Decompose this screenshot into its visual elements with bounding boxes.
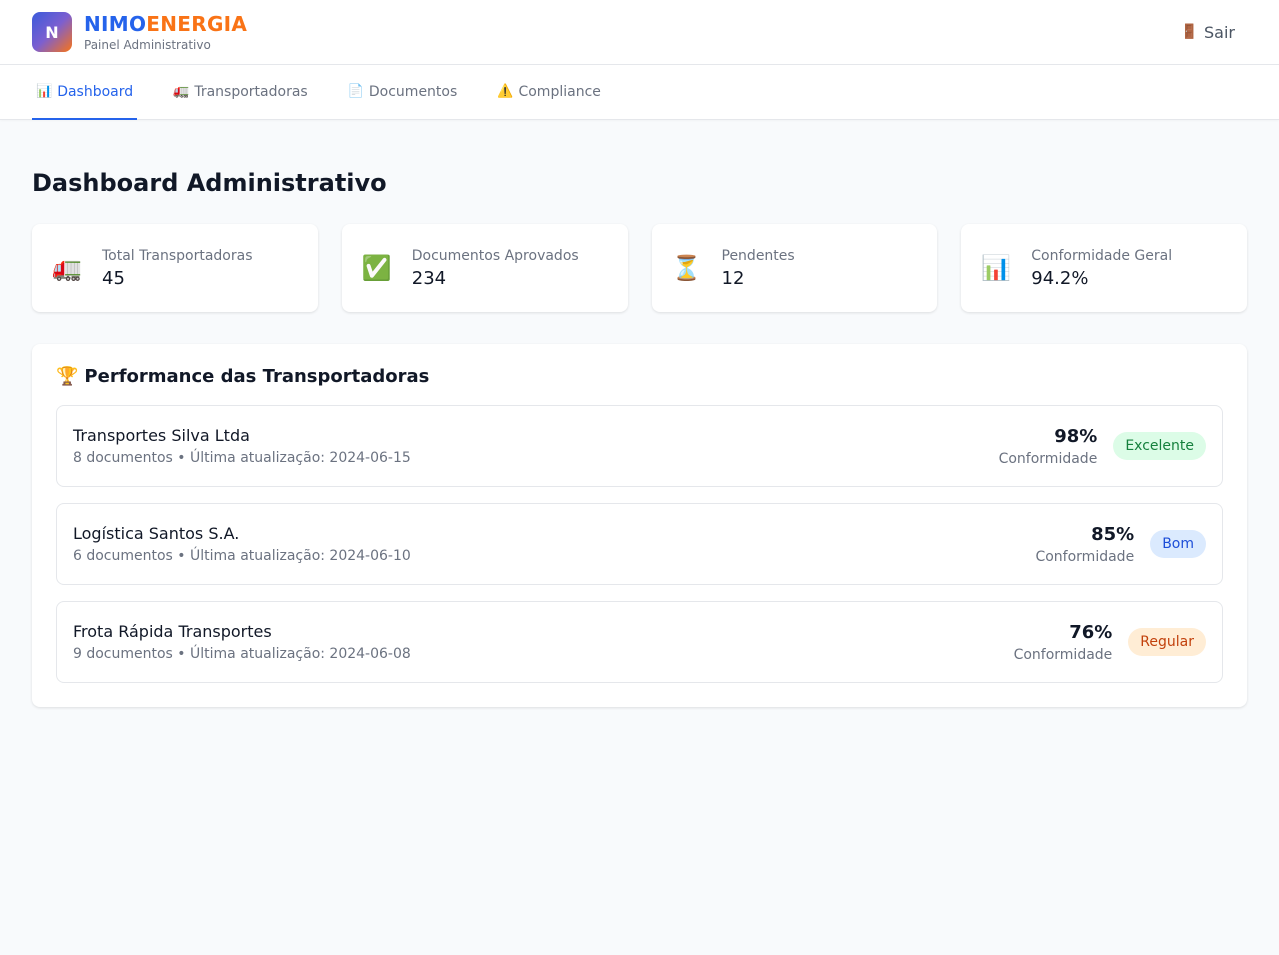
stat-text: Conformidade Geral 94.2% bbox=[1031, 248, 1172, 289]
stat-card-pendentes: ⏳ Pendentes 12 bbox=[651, 224, 938, 312]
carrier-meta: 9 documentos • Última atualização: 2024-… bbox=[73, 646, 411, 662]
brand-name: NIMOENERGIA bbox=[84, 12, 247, 36]
tab-documentos[interactable]: 📄 Documentos bbox=[344, 65, 462, 120]
row-info: Frota Rápida Transportes 9 documentos • … bbox=[73, 622, 411, 662]
status-badge: Regular bbox=[1128, 628, 1206, 656]
score: 85% Conformidade bbox=[1035, 524, 1134, 565]
door-icon: 🚪 bbox=[1180, 24, 1199, 40]
score-label: Conformidade bbox=[1035, 548, 1135, 565]
document-icon: 📄 bbox=[347, 84, 364, 99]
top-header: N NIMOENERGIA Painel Administrativo 🚪 Sa… bbox=[0, 0, 1279, 65]
carrier-name: Frota Rápida Transportes bbox=[73, 622, 272, 641]
performance-list: Transportes Silva Ltda 8 documentos • Úl… bbox=[56, 405, 1223, 683]
score-label: Conformidade bbox=[998, 450, 1098, 467]
carrier-meta: 8 documentos • Última atualização: 2024-… bbox=[73, 450, 411, 466]
row-score-area: 98% Conformidade Excelente bbox=[999, 426, 1206, 467]
stat-text: Pendentes 12 bbox=[722, 248, 795, 289]
chart-icon: 📊 bbox=[981, 254, 1012, 282]
stat-value: 234 bbox=[411, 267, 447, 289]
score-label: Conformidade bbox=[1013, 646, 1113, 663]
logout-button[interactable]: 🚪 Sair bbox=[1181, 23, 1235, 42]
truck-icon: 🚛 bbox=[173, 84, 190, 99]
stat-value: 45 bbox=[102, 267, 125, 289]
score-value: 98% bbox=[1054, 425, 1098, 447]
tab-label: Dashboard bbox=[57, 83, 134, 100]
tab-transportadoras[interactable]: 🚛 Transportadoras bbox=[169, 65, 312, 120]
carrier-meta: 6 documentos • Última atualização: 2024-… bbox=[73, 548, 411, 564]
row-score-area: 85% Conformidade Bom bbox=[1035, 524, 1206, 565]
stat-card-aprovados: ✅ Documentos Aprovados 234 bbox=[341, 224, 628, 312]
row-score-area: 76% Conformidade Regular bbox=[1014, 622, 1206, 663]
score: 76% Conformidade bbox=[1014, 622, 1113, 663]
row-info: Logística Santos S.A. 6 documentos • Últ… bbox=[73, 524, 411, 564]
score-value: 85% bbox=[1091, 523, 1135, 545]
check-icon: ✅ bbox=[361, 254, 392, 282]
carrier-name: Transportes Silva Ltda bbox=[73, 426, 250, 445]
stat-text: Documentos Aprovados 234 bbox=[412, 248, 579, 289]
hourglass-icon: ⏳ bbox=[671, 254, 702, 282]
list-item[interactable]: Frota Rápida Transportes 9 documentos • … bbox=[56, 601, 1223, 683]
row-info: Transportes Silva Ltda 8 documentos • Úl… bbox=[73, 426, 411, 466]
score: 98% Conformidade bbox=[999, 426, 1098, 467]
brand-text: NIMOENERGIA Painel Administrativo bbox=[84, 12, 247, 52]
warning-icon: ⚠️ bbox=[497, 84, 514, 99]
tab-label: Documentos bbox=[368, 83, 458, 100]
brand[interactable]: N NIMOENERGIA Painel Administrativo bbox=[32, 12, 247, 52]
stat-card-conformidade: 📊 Conformidade Geral 94.2% bbox=[961, 224, 1247, 312]
status-badge: Bom bbox=[1150, 530, 1206, 558]
tab-compliance[interactable]: ⚠️ Compliance bbox=[493, 65, 605, 120]
brand-name-part2: ENERGIA bbox=[146, 12, 248, 36]
list-item[interactable]: Transportes Silva Ltda 8 documentos • Úl… bbox=[56, 405, 1223, 487]
tab-label: Compliance bbox=[518, 83, 601, 100]
status-badge: Excelente bbox=[1113, 432, 1206, 460]
performance-panel: 🏆 Performance das Transportadoras Transp… bbox=[32, 344, 1247, 707]
stat-label: Pendentes bbox=[721, 247, 795, 264]
chart-icon: 📊 bbox=[36, 84, 53, 99]
page-title: Dashboard Administrativo bbox=[32, 169, 387, 197]
tab-dashboard[interactable]: 📊 Dashboard bbox=[32, 65, 138, 120]
logout-label: Sair bbox=[1204, 22, 1235, 42]
trophy-icon: 🏆 bbox=[56, 366, 79, 387]
nav-tabs: 📊 Dashboard 🚛 Transportadoras 📄 Document… bbox=[0, 65, 1279, 120]
score-value: 76% bbox=[1069, 621, 1113, 643]
main-content: Dashboard Administrativo 🚛 Total Transpo… bbox=[0, 168, 1279, 707]
stat-card-transportadoras: 🚛 Total Transportadoras 45 bbox=[32, 224, 318, 312]
brand-name-part1: NIMO bbox=[84, 12, 147, 36]
stat-text: Total Transportadoras 45 bbox=[102, 248, 253, 289]
stat-label: Documentos Aprovados bbox=[411, 247, 579, 264]
stat-value: 12 bbox=[721, 267, 745, 289]
tab-label: Transportadoras bbox=[194, 83, 308, 100]
list-item[interactable]: Logística Santos S.A. 6 documentos • Últ… bbox=[56, 503, 1223, 585]
performance-title: 🏆 Performance das Transportadoras bbox=[56, 366, 1223, 388]
stat-label: Total Transportadoras bbox=[102, 247, 253, 264]
logo: N bbox=[32, 12, 72, 52]
stat-label: Conformidade Geral bbox=[1031, 247, 1173, 264]
carrier-name: Logística Santos S.A. bbox=[73, 524, 240, 543]
stat-value: 94.2% bbox=[1031, 267, 1089, 289]
performance-title-text: Performance das Transportadoras bbox=[84, 366, 430, 387]
stats-row: 🚛 Total Transportadoras 45 ✅ Documentos … bbox=[32, 224, 1247, 312]
truck-icon: 🚛 bbox=[52, 254, 82, 282]
brand-subtitle: Painel Administrativo bbox=[84, 38, 211, 52]
